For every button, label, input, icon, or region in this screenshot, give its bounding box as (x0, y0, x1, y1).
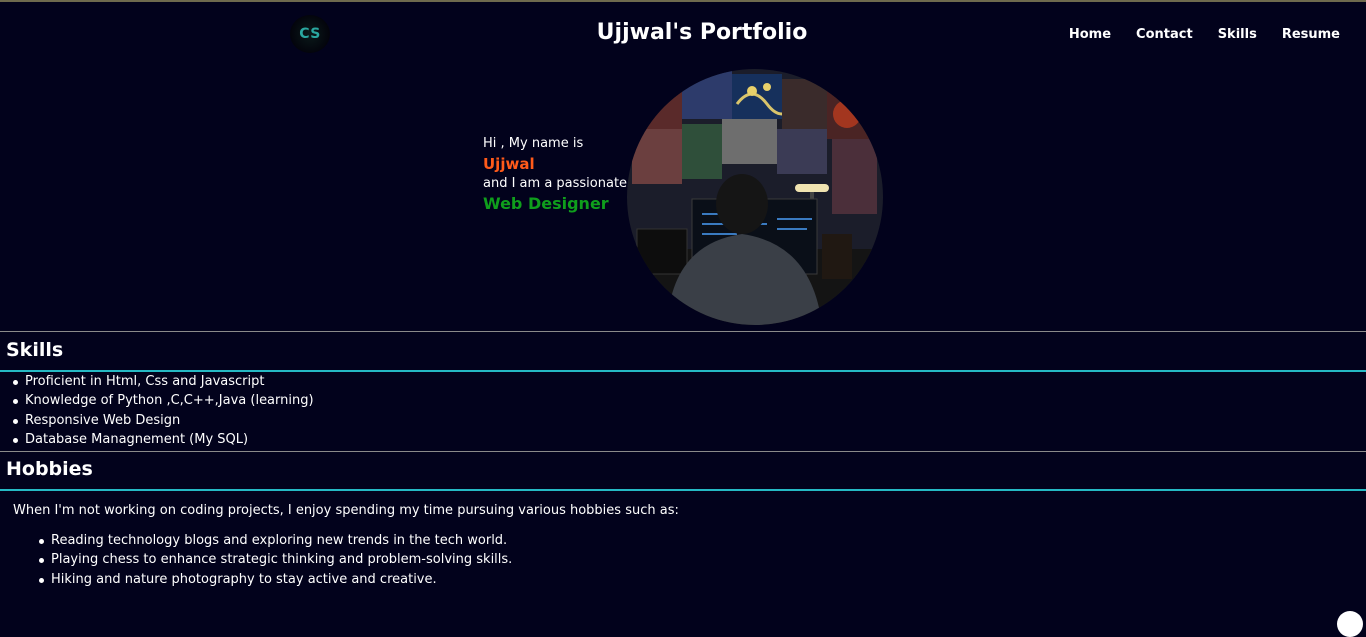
navbar: CS Ujjwal's Portfolio Home Contact Skill… (0, 2, 1366, 66)
intro-tagline: and I am a passionate (483, 176, 628, 191)
nav-link-home[interactable]: Home (1069, 27, 1111, 42)
hobbies-list: Reading technology blogs and exploring n… (32, 531, 512, 589)
intro-greeting: Hi , My name is (483, 136, 584, 151)
nav-link-resume[interactable]: Resume (1282, 27, 1340, 42)
hobbies-top-divider (0, 451, 1366, 452)
list-item: Responsive Web Design (6, 411, 314, 430)
skills-top-divider (0, 331, 1366, 332)
profile-photo-illustration (627, 69, 883, 325)
chat-bubble-icon[interactable] (1337, 611, 1363, 637)
hobbies-intro-text: When I'm not working on coding projects,… (13, 503, 679, 518)
list-item: Hiking and nature photography to stay ac… (32, 570, 512, 589)
list-item: Reading technology blogs and exploring n… (32, 531, 512, 550)
profile-photo (627, 69, 883, 325)
list-item: Proficient in Html, Css and Javascript (6, 372, 314, 391)
hobbies-heading-divider (0, 489, 1366, 491)
nav-link-contact[interactable]: Contact (1136, 27, 1193, 42)
list-item: Knowledge of Python ,C,C++,Java (learnin… (6, 391, 314, 410)
skills-heading: Skills (6, 339, 64, 361)
hobbies-heading: Hobbies (6, 458, 93, 480)
nav-link-skills[interactable]: Skills (1218, 27, 1257, 42)
skills-list: Proficient in Html, Css and Javascript K… (6, 372, 314, 449)
nav-links: Home Contact Skills Resume (1069, 27, 1340, 42)
intro-role: Web Designer (483, 194, 609, 213)
intro-text: Hi , My name is Ujjwal and I am a passio… (483, 134, 627, 214)
list-item: Database Managnement (My SQL) (6, 430, 314, 449)
intro-name: Ujjwal (483, 155, 535, 173)
list-item: Playing chess to enhance strategic think… (32, 550, 512, 569)
